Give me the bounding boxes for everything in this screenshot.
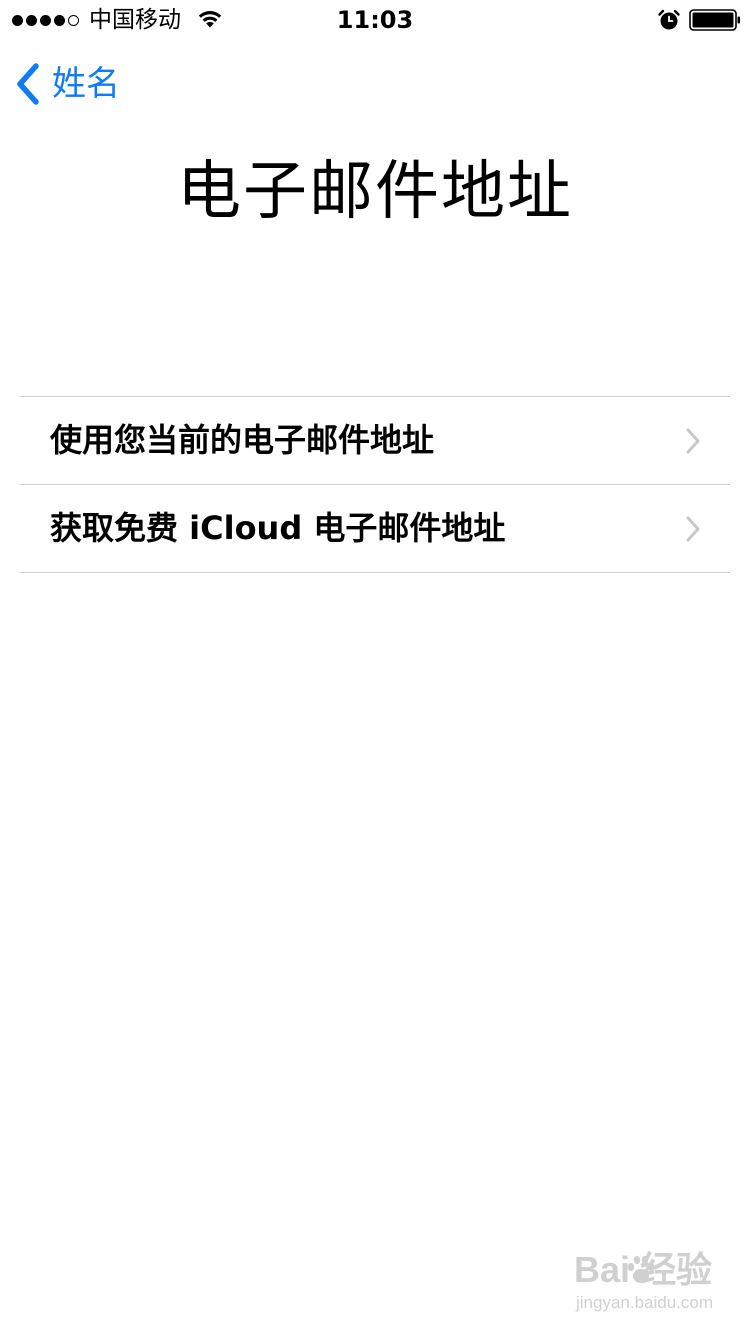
option-label: 获取免费 iCloud 电子邮件地址 xyxy=(50,509,506,547)
email-option-list: 使用您当前的电子邮件地址 获取免费 iCloud 电子邮件地址 xyxy=(20,396,730,573)
use-current-email-option[interactable]: 使用您当前的电子邮件地址 xyxy=(20,397,730,484)
get-free-icloud-email-option[interactable]: 获取免费 iCloud 电子邮件地址 xyxy=(20,485,730,572)
option-label: 使用您当前的电子邮件地址 xyxy=(50,421,435,459)
back-button-label: 姓名 xyxy=(52,64,120,104)
alarm-icon xyxy=(658,9,680,30)
status-bar: 中国移动 11:03 xyxy=(0,0,750,40)
back-button[interactable]: 姓名 xyxy=(14,60,120,108)
clock: 11:03 xyxy=(336,6,414,34)
paw-icon xyxy=(627,1256,655,1283)
divider xyxy=(20,572,730,573)
chevron-right-icon xyxy=(686,428,700,454)
chevron-left-icon xyxy=(17,63,39,105)
watermark-url: jingyan.baidu.com xyxy=(576,1293,714,1312)
chevron-right-icon xyxy=(686,516,700,542)
battery-icon xyxy=(689,9,740,31)
baidu-jingyan-watermark: Bai 经验 jingyan.baidu.com xyxy=(568,1248,718,1318)
page-title: 电子邮件地址 xyxy=(177,155,573,229)
